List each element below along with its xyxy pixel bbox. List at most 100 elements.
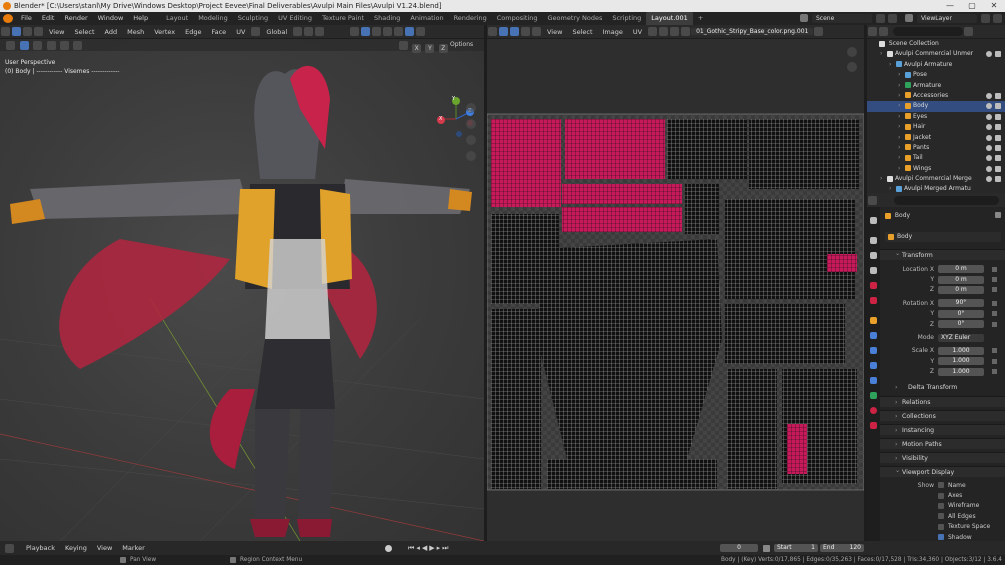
- outliner-row[interactable]: › Avulpi Armature: [867, 60, 1005, 70]
- scale-z-lock-icon[interactable]: [992, 369, 997, 375]
- material-shading-icon[interactable]: [405, 27, 415, 36]
- preview-range-icon[interactable]: [763, 545, 770, 552]
- location-y-lock-icon[interactable]: [992, 277, 997, 283]
- viewport-menu-edge[interactable]: Edge: [180, 28, 206, 36]
- expand-arrow-icon[interactable]: ›: [898, 112, 903, 122]
- constraints-tab-icon[interactable]: [870, 377, 877, 384]
- mirror-z-toggle[interactable]: Z: [438, 44, 448, 53]
- menu-file[interactable]: File: [16, 12, 37, 25]
- expand-arrow-icon[interactable]: ›: [898, 70, 903, 80]
- workspace-tab-uv-editing[interactable]: UV Editing: [273, 12, 317, 25]
- expand-arrow-icon[interactable]: ›: [898, 91, 903, 101]
- pin-icon[interactable]: [995, 212, 1001, 218]
- visibility-eye-icon[interactable]: [986, 124, 992, 131]
- workspace-tab-rendering[interactable]: Rendering: [449, 12, 492, 25]
- scale-y-field[interactable]: 1.000: [938, 357, 984, 366]
- option-checkbox[interactable]: [938, 492, 944, 499]
- pivot-icon[interactable]: [293, 27, 303, 36]
- outliner-editor-type-icon[interactable]: [868, 27, 877, 36]
- expand-arrow-icon[interactable]: ›: [880, 49, 885, 59]
- render-camera-icon[interactable]: [995, 113, 1001, 120]
- outliner-row[interactable]: › Accessories: [867, 91, 1005, 101]
- delta-transform-section[interactable]: Delta Transform: [880, 382, 1005, 393]
- rotation-mode-dropdown[interactable]: XYZ Euler: [938, 333, 984, 342]
- location-x-field[interactable]: 0 m: [938, 265, 984, 274]
- delete-view-layer-icon[interactable]: [993, 14, 1002, 23]
- scene-selector[interactable]: Scene: [812, 14, 872, 23]
- wireframe-shading-icon[interactable]: [383, 27, 393, 36]
- menu-render[interactable]: Render: [59, 12, 92, 25]
- visibility-icon[interactable]: [350, 27, 360, 36]
- timeline-menu-playback[interactable]: Playback: [21, 544, 60, 552]
- visibility-eye-icon[interactable]: [986, 103, 992, 110]
- uv-zoom-icon[interactable]: [847, 47, 857, 57]
- modifier-tab-icon[interactable]: [870, 332, 877, 339]
- frame-start-field[interactable]: Start 1: [774, 544, 818, 552]
- outliner-search-input[interactable]: [893, 27, 963, 36]
- camera-view-icon[interactable]: [466, 135, 476, 145]
- timeline-menu-marker[interactable]: Marker: [117, 544, 149, 552]
- xray-icon[interactable]: [372, 27, 382, 36]
- menu-help[interactable]: Help: [128, 12, 153, 25]
- properties-editor-type-icon[interactable]: [868, 195, 877, 205]
- ortho-grid-icon[interactable]: [466, 151, 476, 161]
- maximize-button[interactable]: ▢: [961, 0, 983, 12]
- data-tab-icon[interactable]: [870, 392, 877, 399]
- workspace-tab-scripting[interactable]: Scripting: [607, 12, 646, 25]
- render-camera-icon[interactable]: [995, 134, 1001, 141]
- solid-shading-icon[interactable]: [394, 27, 404, 36]
- select-mode-new-icon[interactable]: [20, 41, 30, 50]
- transform-orientation-dropdown[interactable]: Global: [261, 28, 292, 36]
- outliner-filter-icon[interactable]: [964, 27, 973, 36]
- menu-edit[interactable]: Edit: [37, 12, 60, 25]
- render-camera-icon[interactable]: [995, 144, 1001, 151]
- timeline-menu-view[interactable]: View: [92, 544, 117, 552]
- scale-x-lock-icon[interactable]: [992, 348, 997, 354]
- new-view-layer-icon[interactable]: [981, 14, 990, 23]
- expand-arrow-icon[interactable]: ›: [898, 81, 903, 91]
- workspace-tab-layout-001[interactable]: Layout.001: [646, 12, 693, 25]
- expand-arrow-icon[interactable]: ›: [898, 122, 903, 132]
- close-button[interactable]: ✕: [983, 0, 1005, 12]
- rotation-y-lock-icon[interactable]: [992, 311, 997, 317]
- viewport-menu-vertex[interactable]: Vertex: [149, 28, 180, 36]
- outliner-row[interactable]: › Jacket: [867, 133, 1005, 143]
- option-checkbox[interactable]: [938, 513, 944, 520]
- select-box-icon[interactable]: [6, 41, 15, 50]
- view-layer-tab-icon[interactable]: [870, 267, 877, 274]
- outliner-row[interactable]: › Wings: [867, 164, 1005, 174]
- render-camera-icon[interactable]: [995, 92, 1001, 99]
- particles-tab-icon[interactable]: [870, 347, 877, 354]
- render-tab-icon[interactable]: [870, 237, 877, 244]
- scene-collection-row[interactable]: Scene Collection: [867, 39, 1005, 49]
- uv-pan-hand-icon[interactable]: [847, 62, 857, 72]
- timeline-menu-keying[interactable]: Keying: [60, 544, 92, 552]
- uv-proportional-icon[interactable]: [670, 27, 680, 36]
- scale-z-field[interactable]: 1.000: [938, 367, 984, 376]
- record-icon[interactable]: [385, 545, 392, 552]
- gizmo-y-label[interactable]: Y: [452, 96, 455, 102]
- snap-icon[interactable]: [304, 27, 314, 36]
- location-x-lock-icon[interactable]: [992, 266, 997, 272]
- uv-snap-icon[interactable]: [659, 27, 669, 36]
- select-mode-subtract-icon[interactable]: [46, 41, 56, 50]
- location-y-field[interactable]: 0 m: [938, 275, 984, 284]
- physics-tab-icon[interactable]: [870, 362, 877, 369]
- expand-arrow-icon[interactable]: ›: [889, 184, 894, 193]
- scale-x-field[interactable]: 1.000: [938, 346, 984, 355]
- play-icon[interactable]: ▶: [429, 544, 436, 552]
- option-checkbox[interactable]: [938, 523, 944, 530]
- option-checkbox[interactable]: [938, 502, 944, 509]
- workspace-tab-geometry-nodes[interactable]: Geometry Nodes: [543, 12, 608, 25]
- render-camera-icon[interactable]: [995, 155, 1001, 162]
- transform-section-header[interactable]: Transform: [880, 248, 1005, 260]
- timeline-editor-type-icon[interactable]: [5, 543, 14, 553]
- frame-end-field[interactable]: End 120: [820, 544, 864, 552]
- image-name-field[interactable]: 01_Gothic_Stripy_Base_color.png.001: [691, 28, 814, 35]
- menu-window[interactable]: Window: [93, 12, 129, 25]
- uv-face-select-icon[interactable]: [532, 27, 541, 36]
- rotation-x-field[interactable]: 90°: [938, 299, 984, 308]
- uv-pivot-icon[interactable]: [648, 27, 658, 36]
- expand-arrow-icon[interactable]: ›: [898, 164, 903, 174]
- visibility-eye-icon[interactable]: [986, 144, 992, 151]
